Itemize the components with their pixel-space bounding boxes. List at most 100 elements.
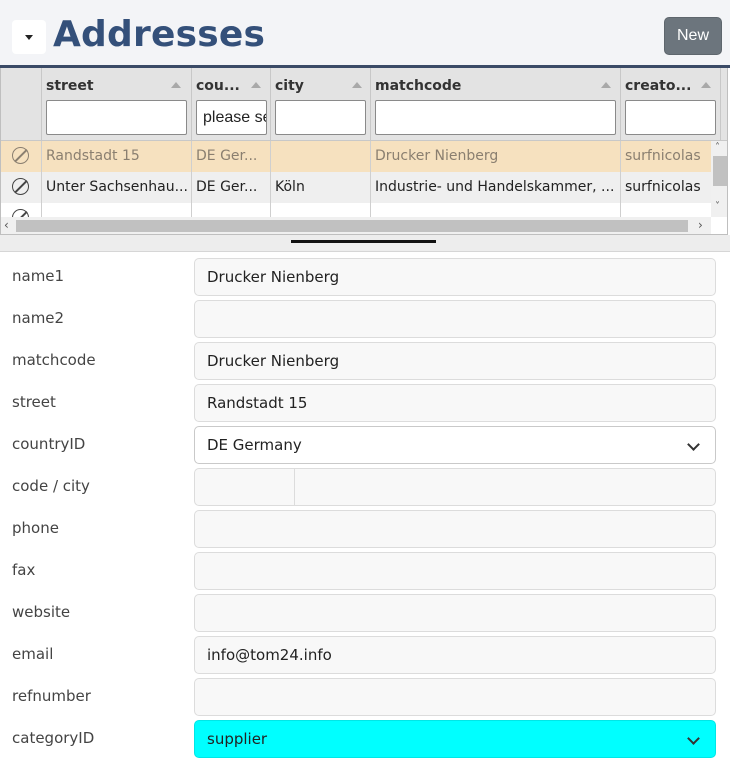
field-label: code / city	[12, 477, 90, 495]
row-icon-cell[interactable]	[1, 141, 42, 172]
category-select[interactable]: supplier	[194, 720, 716, 758]
matchcode-field[interactable]: Drucker Nienberg	[194, 342, 716, 380]
grid-header: street cou... please se city matchcode c…	[1, 68, 727, 141]
cell-matchcode[interactable]: Drucker Nienberg	[371, 141, 621, 172]
sort-icon[interactable]	[601, 82, 611, 88]
collapse-toggle-button[interactable]	[12, 20, 46, 54]
name2-field[interactable]	[194, 300, 716, 338]
filter-select-country[interactable]: please se	[196, 100, 267, 135]
column-title-matchcode: matchcode	[375, 78, 462, 94]
form-row-street: street Randstadt 15	[0, 384, 730, 422]
column-title-creator: creato...	[625, 78, 692, 94]
country-select[interactable]: DE Germany	[194, 426, 716, 464]
fax-field[interactable]	[194, 552, 716, 590]
not-allowed-icon	[12, 147, 29, 164]
country-select-value: DE Germany	[207, 436, 302, 454]
horizontal-scroll-thumb[interactable]	[16, 220, 688, 232]
form-row-country: countryID DE Germany	[0, 426, 730, 464]
sort-icon[interactable]	[171, 82, 181, 88]
not-allowed-icon	[12, 178, 29, 195]
field-label: name2	[12, 309, 65, 327]
cell-street[interactable]: Randstadt 15	[42, 141, 192, 172]
form-row-refnumber: refnumber	[0, 678, 730, 716]
column-header-country[interactable]: cou... please se	[192, 68, 271, 141]
cell-city[interactable]	[271, 141, 371, 172]
postal-code-input[interactable]	[195, 469, 295, 505]
sort-icon[interactable]	[352, 82, 362, 88]
table-row[interactable]: Randstadt 15 DE Ger... Drucker Nienberg …	[1, 141, 711, 172]
column-header-city[interactable]: city	[271, 68, 371, 141]
field-label: name1	[12, 267, 65, 285]
column-header-matchcode[interactable]: matchcode	[371, 68, 621, 141]
form-row-fax: fax	[0, 552, 730, 590]
table-row[interactable]	[1, 203, 711, 217]
column-header-street[interactable]: street	[42, 68, 192, 141]
sort-icon[interactable]	[701, 82, 711, 88]
column-header-creator[interactable]: creato...	[621, 68, 721, 141]
cell-country[interactable]: DE Ger...	[192, 172, 271, 203]
refnumber-field[interactable]	[194, 678, 716, 716]
cell-street	[42, 203, 192, 217]
filter-input-creator[interactable]	[625, 100, 716, 135]
row-icon-cell[interactable]	[1, 172, 42, 203]
field-label: categoryID	[12, 729, 95, 747]
filter-input-city[interactable]	[275, 100, 366, 135]
scroll-left-arrow-icon[interactable]: ‹	[4, 218, 9, 232]
addresses-grid: street cou... please se city matchcode c…	[0, 68, 728, 235]
vertical-scroll-thumb[interactable]	[713, 156, 727, 186]
horizontal-scrollbar[interactable]: ‹ ›	[1, 217, 711, 234]
cell-creator[interactable]: surfnicolas	[621, 172, 711, 203]
form-row-email: email info@tom24.info	[0, 636, 730, 674]
field-label: phone	[12, 519, 59, 537]
cell-street[interactable]: Unter Sachsenhau...	[42, 172, 192, 203]
cell-city[interactable]: Köln	[271, 172, 371, 203]
scroll-down-arrow-icon[interactable]: ˅	[715, 201, 720, 212]
cell-matchcode[interactable]: Industrie- und Handelskammer, ...	[371, 172, 621, 203]
row-icon-column-header	[1, 68, 42, 141]
sort-icon[interactable]	[251, 82, 261, 88]
new-button[interactable]: New	[664, 17, 722, 55]
row-icon-cell[interactable]	[1, 203, 42, 217]
vertical-scrollbar[interactable]: ˄ ˅	[711, 141, 727, 217]
not-allowed-icon	[12, 209, 29, 217]
field-label: street	[12, 393, 56, 411]
field-label: matchcode	[12, 351, 96, 369]
field-label: email	[12, 645, 54, 663]
cell-matchcode	[371, 203, 621, 217]
form-row-phone: phone	[0, 510, 730, 548]
panel-splitter[interactable]	[0, 235, 730, 252]
form-row-name2: name2	[0, 300, 730, 338]
filter-input-street[interactable]	[46, 100, 187, 135]
column-title-country: cou...	[196, 78, 240, 94]
scroll-right-arrow-icon[interactable]: ›	[698, 218, 703, 232]
city-input[interactable]	[296, 469, 715, 505]
field-label: countryID	[12, 435, 86, 453]
street-field[interactable]: Randstadt 15	[194, 384, 716, 422]
scroll-up-arrow-icon[interactable]: ˄	[715, 142, 720, 153]
website-field[interactable]	[194, 594, 716, 632]
filter-input-matchcode[interactable]	[375, 100, 616, 135]
form-row-matchcode: matchcode Drucker Nienberg	[0, 342, 730, 380]
name1-field[interactable]: Drucker Nienberg	[194, 258, 716, 296]
column-title-city: city	[275, 78, 304, 94]
form-row-website: website	[0, 594, 730, 632]
form-row-category: categoryID supplier	[0, 720, 730, 758]
cell-city	[271, 203, 371, 217]
page-header: Addresses New	[0, 0, 730, 68]
cell-creator[interactable]: surfnicolas	[621, 141, 711, 172]
drag-handle[interactable]	[291, 240, 436, 243]
phone-field[interactable]	[194, 510, 716, 548]
table-row[interactable]: Unter Sachsenhau... DE Ger... Köln Indus…	[1, 172, 711, 203]
column-title-street: street	[46, 78, 94, 94]
cell-country	[192, 203, 271, 217]
email-field[interactable]: info@tom24.info	[194, 636, 716, 674]
cell-country[interactable]: DE Ger...	[192, 141, 271, 172]
chevron-down-icon	[687, 732, 700, 745]
category-select-value: supplier	[207, 730, 268, 748]
form-row-name1: name1 Drucker Nienberg	[0, 258, 730, 296]
chevron-down-icon	[687, 438, 700, 451]
field-label: website	[12, 603, 71, 621]
field-label: refnumber	[12, 687, 91, 705]
page-title: Addresses	[53, 14, 266, 55]
form-row-code-city: code / city	[0, 468, 730, 506]
